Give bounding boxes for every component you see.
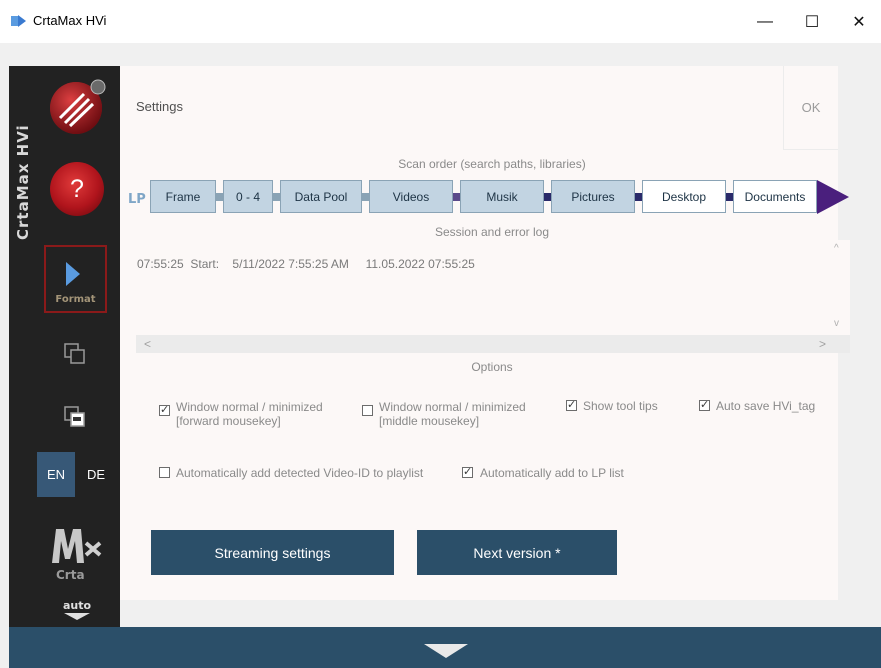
scan-item-desktop[interactable]: Desktop	[642, 180, 726, 213]
minimize-button[interactable]: —	[742, 0, 788, 43]
page-title: Settings	[136, 99, 183, 114]
window-normal-middle-label: Window normal / minimized [middle mousek…	[379, 400, 526, 428]
log-line: 07:55:25 Start: 5/11/2022 7:55:25 AM 11.…	[137, 257, 475, 271]
copy-icon[interactable]	[63, 342, 87, 366]
scan-order-arrow-icon	[817, 180, 849, 214]
options-label: Options	[471, 360, 513, 374]
scan-connector	[635, 193, 642, 201]
copy-top-icon[interactable]	[63, 405, 87, 429]
show-tool-tips-label: Show tool tips	[583, 399, 658, 413]
scan-connector	[544, 193, 551, 201]
play-icon	[66, 262, 80, 286]
lp-icon[interactable]: LP	[126, 188, 150, 208]
bottom-bar	[9, 627, 881, 668]
window-title: CrtaMax HVi	[33, 13, 107, 28]
auto-add-lp-label: Automatically add to LP list	[480, 466, 624, 480]
mx-logo-icon: Crta	[52, 529, 102, 582]
scan-item-data-pool[interactable]: Data Pool	[280, 180, 362, 213]
auto-save-tag-checkbox[interactable]	[699, 398, 710, 411]
logo-text: Crta	[56, 568, 85, 582]
disk-icon[interactable]	[48, 76, 108, 136]
window-normal-middle-checkbox[interactable]	[362, 405, 373, 416]
maximize-button[interactable]: ☐	[789, 0, 835, 43]
scan-item-pictures[interactable]: Pictures	[551, 180, 635, 213]
show-tool-tips-checkbox[interactable]	[566, 398, 577, 411]
scan-connector	[216, 193, 223, 201]
scan-order-label: Scan order (search paths, libraries)	[398, 157, 586, 171]
scan-item-videos[interactable]: Videos	[369, 180, 453, 213]
scan-item-0-4[interactable]: 0 - 4	[223, 180, 273, 213]
session-log-label: Session and error log	[434, 225, 550, 239]
scroll-right-icon[interactable]: >	[819, 337, 826, 351]
next-version-button[interactable]: Next version *	[417, 530, 617, 575]
app-icon	[11, 15, 26, 27]
language-de-button[interactable]: DE	[77, 452, 115, 497]
scan-connector	[362, 193, 369, 201]
close-button[interactable]: ✕	[836, 0, 881, 43]
scan-connector	[726, 193, 733, 201]
svg-text:LP: LP	[128, 192, 146, 207]
window-normal-forward-checkbox[interactable]	[159, 403, 170, 416]
auto-add-video-id-label: Automatically add detected Video-ID to p…	[176, 466, 424, 480]
scroll-down-icon[interactable]: v	[834, 318, 839, 329]
scan-item-frame[interactable]: Frame	[150, 180, 216, 213]
help-label: ?	[70, 174, 84, 203]
language-en-button[interactable]: EN	[37, 452, 75, 497]
window-normal-forward-label: Window normal / minimized [forward mouse…	[176, 400, 323, 428]
horizontal-scrollbar[interactable]: < >	[136, 335, 850, 353]
auto-save-tag-label: Auto save HVi_tag	[716, 399, 816, 413]
scroll-left-icon[interactable]: <	[144, 337, 151, 351]
help-button[interactable]: ?	[50, 162, 104, 216]
scan-item-documents[interactable]: Documents	[733, 180, 817, 213]
scroll-up-icon[interactable]: ^	[834, 243, 839, 254]
brand-logo: CrtaMax HVi	[14, 124, 32, 240]
brand-text: CrtaMax HVi	[14, 124, 32, 240]
scan-connector	[453, 193, 460, 201]
format-button[interactable]: Format	[44, 245, 107, 313]
auto-add-video-id-checkbox[interactable]	[159, 467, 170, 478]
format-label: Format	[55, 294, 96, 305]
scan-connector	[273, 193, 280, 201]
expand-down-icon[interactable]	[424, 644, 468, 658]
ok-button[interactable]: OK	[783, 66, 838, 150]
scan-item-musik[interactable]: Musik	[460, 180, 544, 213]
streaming-settings-button[interactable]: Streaming settings	[151, 530, 394, 575]
auto-down-icon[interactable]: auto	[52, 598, 102, 622]
title-bar: CrtaMax HVi — ☐ ✕	[0, 0, 881, 43]
auto-add-lp-checkbox[interactable]	[462, 465, 473, 478]
auto-label: auto	[63, 599, 92, 612]
